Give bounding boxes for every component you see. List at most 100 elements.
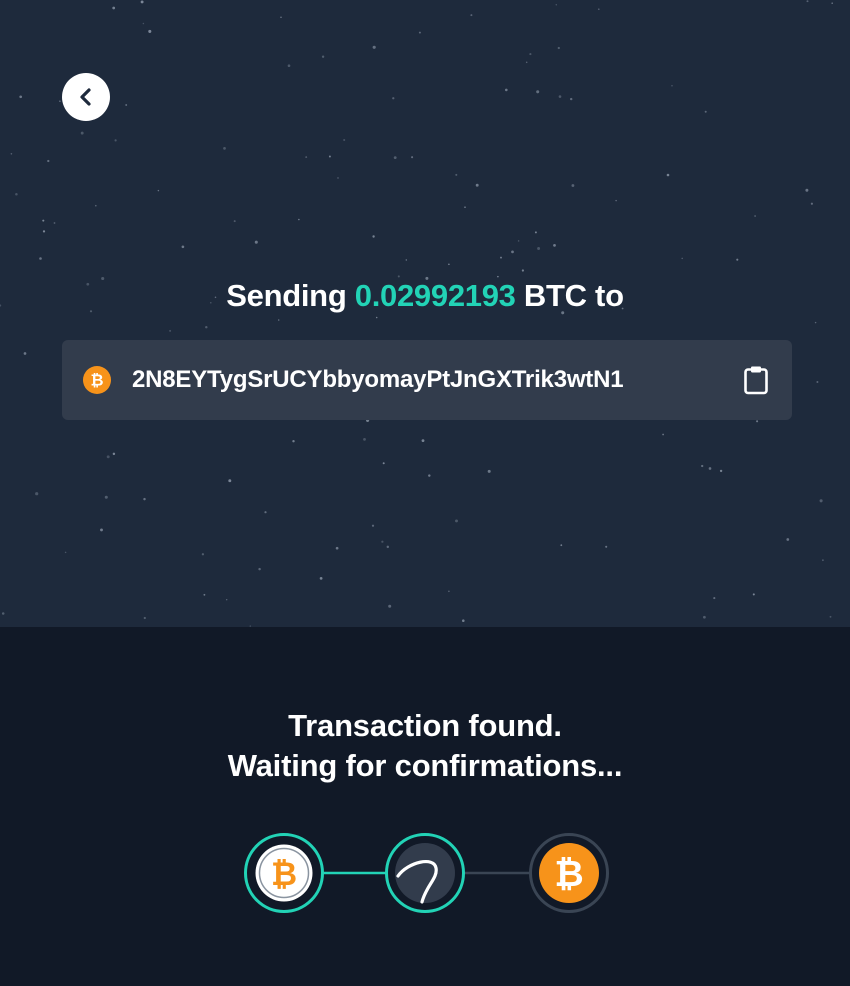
star	[421, 439, 425, 443]
star	[816, 381, 819, 383]
star	[736, 258, 739, 261]
star	[560, 544, 563, 547]
star	[814, 321, 817, 324]
star	[201, 553, 205, 556]
star	[388, 604, 392, 608]
star	[462, 619, 465, 622]
star	[125, 104, 128, 106]
star	[487, 469, 491, 473]
star	[571, 184, 575, 187]
destination-address[interactable]: 2N8EYTygSrUCYbbyomayPtJnGXTrik3wtN1	[132, 340, 624, 420]
star	[15, 192, 18, 196]
star	[605, 545, 608, 548]
star	[23, 352, 27, 355]
star	[448, 590, 450, 593]
star	[405, 259, 408, 261]
star	[277, 319, 280, 321]
star	[112, 452, 116, 456]
star	[448, 263, 450, 266]
star	[157, 189, 160, 192]
bitcoin-icon: ₿	[271, 855, 297, 893]
star	[181, 245, 185, 249]
progress-step-2	[385, 833, 465, 913]
star	[553, 244, 556, 247]
star	[821, 559, 824, 562]
star	[681, 257, 683, 260]
star	[662, 433, 664, 436]
star	[393, 156, 397, 160]
star	[35, 492, 39, 496]
star	[386, 545, 390, 549]
star	[529, 53, 532, 56]
star	[806, 0, 809, 3]
star	[233, 220, 236, 223]
star	[254, 240, 258, 244]
star	[264, 511, 267, 514]
star	[321, 55, 325, 58]
star	[537, 247, 541, 250]
star	[558, 95, 562, 98]
star	[521, 269, 525, 272]
transaction-status: Transaction found. Waiting for confirmat…	[0, 706, 850, 786]
star	[363, 438, 366, 441]
star	[756, 420, 759, 423]
status-line-1: Transaction found.	[288, 708, 562, 743]
progress-step-3: ₿	[529, 833, 609, 913]
swap-icon	[396, 859, 438, 904]
star	[754, 215, 757, 217]
star	[148, 29, 152, 33]
star	[701, 464, 704, 468]
star	[819, 499, 823, 503]
star	[786, 538, 790, 541]
star	[536, 90, 540, 94]
star	[555, 4, 558, 6]
star	[713, 597, 716, 600]
star	[557, 46, 560, 50]
sending-currency: BTC	[523, 278, 587, 313]
star	[42, 230, 46, 233]
svg-text:₿: ₿	[90, 371, 103, 390]
star	[475, 183, 479, 187]
address-box: ₿ 2N8EYTygSrUCYbbyomayPtJnGXTrik3wtN1	[62, 340, 792, 420]
copy-address-button[interactable]	[740, 364, 772, 396]
star	[464, 206, 466, 209]
star	[298, 218, 300, 221]
sending-amount: 0.02992193	[354, 278, 516, 313]
star	[319, 577, 323, 580]
star	[104, 495, 108, 499]
back-button[interactable]	[62, 73, 110, 121]
star	[392, 97, 395, 100]
star	[114, 139, 117, 142]
star	[59, 100, 61, 102]
star	[328, 155, 331, 158]
star	[615, 199, 617, 202]
star	[47, 159, 50, 163]
clipboard-icon	[744, 366, 768, 395]
star	[666, 173, 670, 177]
star	[292, 440, 295, 443]
star	[708, 467, 712, 470]
star	[223, 147, 226, 150]
star	[371, 524, 375, 527]
star	[287, 64, 291, 68]
star	[169, 329, 172, 332]
star	[500, 256, 502, 259]
star	[39, 257, 42, 260]
star	[382, 462, 385, 465]
star	[249, 625, 252, 627]
star	[470, 14, 473, 17]
star	[42, 219, 45, 222]
star	[570, 97, 573, 101]
star	[64, 551, 67, 554]
star	[225, 598, 228, 601]
chevron-left-icon	[80, 88, 91, 106]
star	[53, 222, 56, 224]
star	[95, 204, 97, 207]
star	[829, 615, 832, 618]
star	[805, 188, 809, 192]
star	[19, 95, 23, 99]
star	[517, 240, 520, 242]
star	[280, 16, 282, 18]
star	[704, 110, 707, 113]
star	[106, 455, 110, 459]
